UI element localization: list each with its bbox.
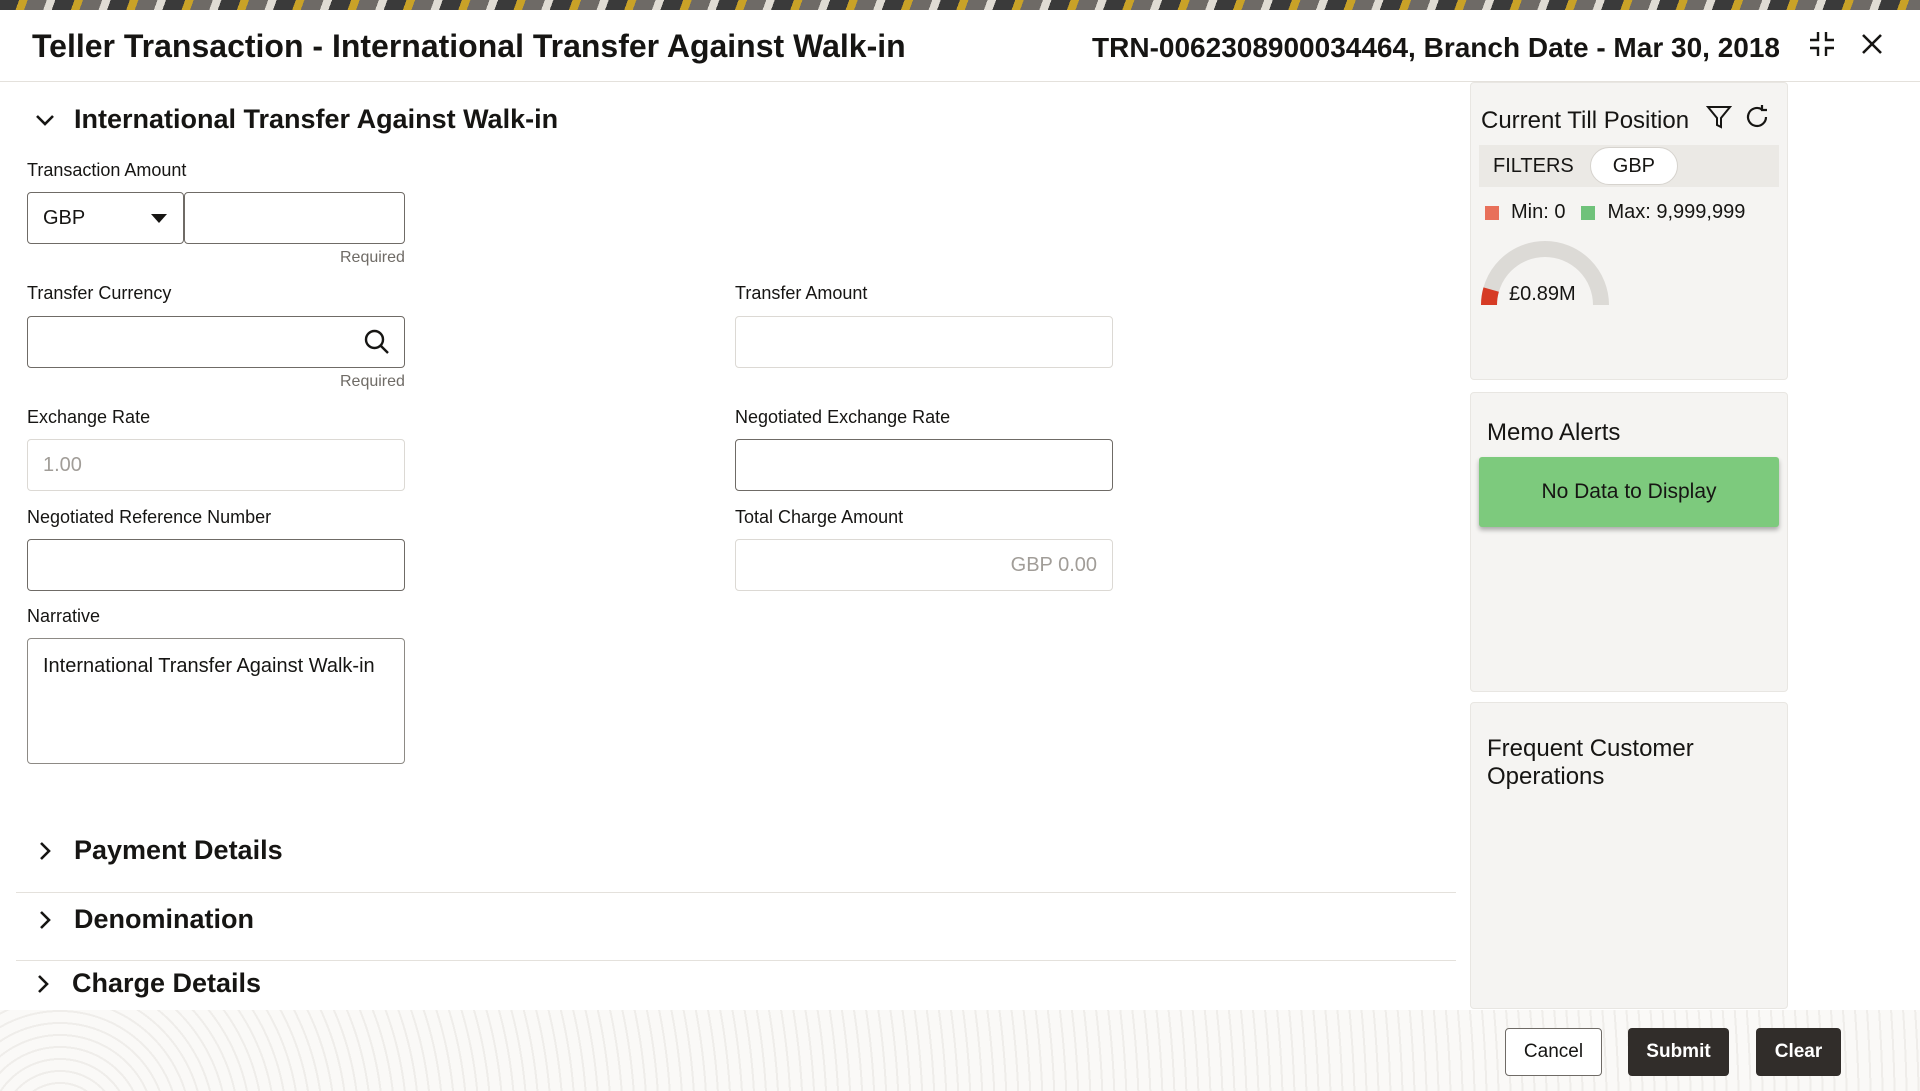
frequent-operations-title-line2: Operations xyxy=(1487,763,1605,790)
chevron-right-icon xyxy=(30,836,60,866)
memo-alerts-title: Memo Alerts xyxy=(1487,419,1621,446)
section-title: International Transfer Against Walk-in xyxy=(74,104,559,134)
section-international-transfer[interactable]: International Transfer Against Walk-in xyxy=(30,104,558,135)
dialog-header: Teller Transaction - International Trans… xyxy=(0,10,1920,82)
submit-button[interactable]: Submit xyxy=(1628,1028,1729,1076)
main-content: International Transfer Against Walk-in T… xyxy=(0,82,1460,1022)
till-position-title: Current Till Position xyxy=(1481,107,1690,134)
refresh-icon[interactable] xyxy=(1743,103,1771,131)
caret-down-icon xyxy=(151,214,167,223)
frequent-operations-panel: Frequent Customer Operations xyxy=(1470,702,1788,1009)
currency-select[interactable]: GBP xyxy=(27,192,184,244)
section-charge-details[interactable]: Charge Details xyxy=(28,968,261,999)
exchange-rate-input[interactable]: 1.00 xyxy=(27,439,405,491)
gauge-value: £0.89M xyxy=(1509,283,1576,305)
negotiated-exchange-rate-label: Negotiated Exchange Rate xyxy=(735,407,951,427)
divider xyxy=(16,960,1456,961)
section-title: Payment Details xyxy=(74,835,283,865)
chevron-right-icon xyxy=(30,905,60,935)
chevron-down-icon xyxy=(30,105,60,135)
transaction-info: TRN-0062308900034464, Branch Date - Mar … xyxy=(1092,32,1780,63)
close-icon[interactable] xyxy=(1852,24,1892,64)
max-swatch xyxy=(1581,205,1596,220)
filters-label: FILTERS xyxy=(1493,154,1574,177)
negotiated-exchange-rate-input[interactable] xyxy=(735,439,1113,491)
section-payment-details[interactable]: Payment Details xyxy=(30,835,283,866)
teller-transaction-dialog: Teller Transaction - International Trans… xyxy=(0,10,1920,1091)
section-title: Denomination xyxy=(74,904,254,934)
search-icon[interactable] xyxy=(362,327,392,357)
transaction-amount-input[interactable] xyxy=(184,192,405,244)
transfer-amount-label: Transfer Amount xyxy=(735,283,868,303)
memo-alerts-panel: Memo Alerts No Data to Display xyxy=(1470,392,1788,692)
transaction-amount-label: Transaction Amount xyxy=(27,160,187,180)
clear-button[interactable]: Clear xyxy=(1756,1028,1841,1076)
transfer-currency-label: Transfer Currency xyxy=(27,283,172,303)
negotiated-reference-number-input[interactable] xyxy=(27,539,405,591)
frequent-operations-title-line1: Frequent Customer xyxy=(1487,735,1694,762)
transaction-amount-required: Required xyxy=(340,249,405,266)
currency-filter-chip[interactable]: GBP xyxy=(1589,147,1679,185)
filters-bar: FILTERS GBP xyxy=(1479,145,1779,187)
gauge-fill xyxy=(1481,287,1499,306)
narrative-textarea[interactable]: International Transfer Against Walk-in xyxy=(27,638,405,764)
cancel-button[interactable]: Cancel xyxy=(1505,1028,1602,1076)
divider xyxy=(16,892,1456,893)
max-label: Max: 9,999,999 xyxy=(1607,201,1746,223)
till-legend: Min: 0 Max: 9,999,999 xyxy=(1485,201,1761,224)
section-denomination[interactable]: Denomination xyxy=(30,904,254,935)
narrative-label: Narrative xyxy=(27,606,101,626)
min-label: Min: 0 xyxy=(1511,201,1566,223)
total-charge-amount-label: Total Charge Amount xyxy=(735,507,904,527)
compress-icon[interactable] xyxy=(1802,24,1842,64)
frequent-operations-title: Frequent Customer Operations xyxy=(1487,735,1694,791)
filter-icon[interactable] xyxy=(1705,103,1733,131)
no-data-banner: No Data to Display xyxy=(1479,457,1779,527)
total-charge-amount-input[interactable]: GBP 0.00 xyxy=(735,539,1113,591)
exchange-rate-label: Exchange Rate xyxy=(27,407,151,427)
min-swatch xyxy=(1485,205,1499,220)
transfer-currency-required: Required xyxy=(340,373,405,390)
transfer-currency-input[interactable] xyxy=(27,316,405,368)
chevron-right-icon xyxy=(28,969,58,999)
transfer-amount-input[interactable] xyxy=(735,316,1113,368)
till-position-panel: Current Till Position FILTERS GBP Min: 0… xyxy=(1470,82,1788,380)
dialog-footer: Cancel Submit Clear xyxy=(0,1010,1920,1091)
negotiated-reference-number-label: Negotiated Reference Number xyxy=(27,507,272,527)
dialog-title: Teller Transaction - International Trans… xyxy=(32,28,906,64)
currency-select-value: GBP xyxy=(43,206,86,229)
background-strip xyxy=(0,0,1920,10)
section-title: Charge Details xyxy=(72,968,262,998)
